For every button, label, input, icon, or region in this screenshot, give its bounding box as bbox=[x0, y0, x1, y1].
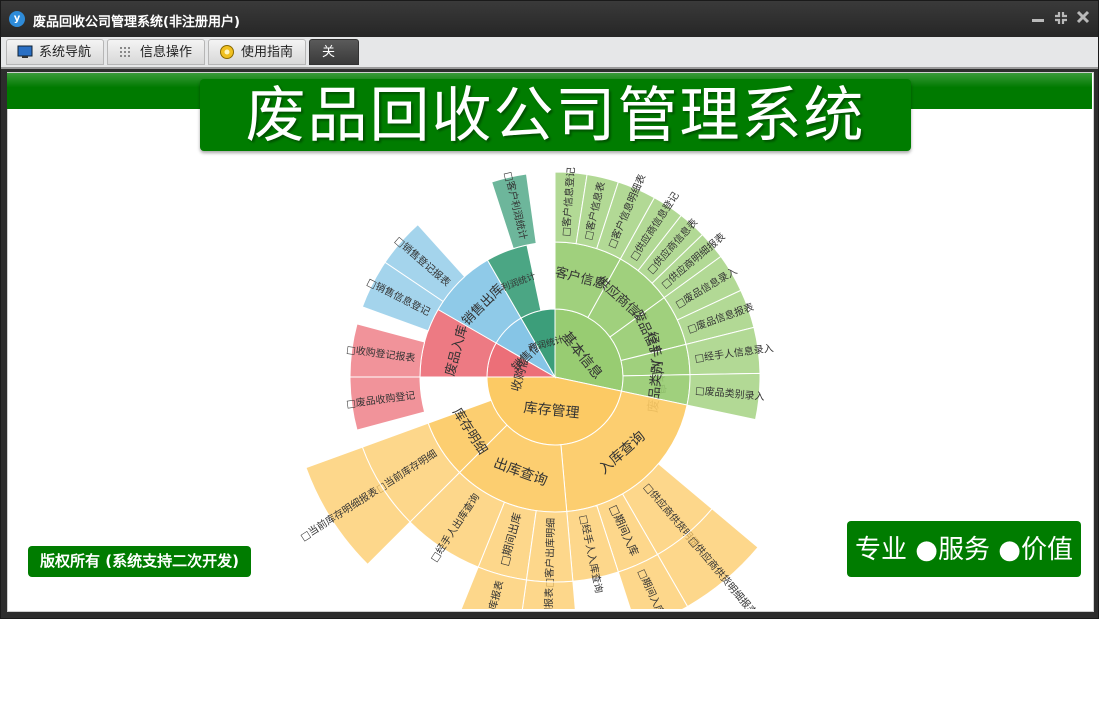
window-title: 废品回收公司管理系统(非注册用户) bbox=[33, 15, 240, 30]
monitor-icon bbox=[17, 45, 33, 58]
title-bar[interactable]: y 废品回收公司管理系统(非注册用户) bbox=[1, 1, 1098, 37]
menu-bar: 系统导航 信息操作 使用指南 关于 bbox=[1, 37, 1098, 86]
help-icon bbox=[220, 45, 234, 59]
slogan-badge: 专业 ●服务 ●价值 bbox=[847, 521, 1081, 577]
menu-system-nav[interactable]: 系统导航 bbox=[6, 39, 104, 65]
menu-user-guide[interactable]: 使用指南 bbox=[208, 39, 306, 65]
menu-label-info-ops: 信息操作 bbox=[140, 45, 193, 60]
banner: 废品回收公司管理系统 bbox=[200, 79, 911, 151]
menu-label-system-nav: 系统导航 bbox=[39, 45, 92, 60]
menu-about[interactable]: 关于 bbox=[309, 39, 359, 86]
copyright-badge: 版权所有 (系统支持二次开发) bbox=[28, 546, 251, 577]
close-icon[interactable] bbox=[1076, 10, 1090, 28]
app-logo-icon: y bbox=[9, 11, 25, 27]
grid-icon bbox=[120, 47, 130, 57]
fourth-item-2[interactable]: □客户出库明细报表 bbox=[518, 579, 578, 678]
banner-title: 废品回收公司管理系统 bbox=[245, 81, 866, 151]
restore-icon[interactable] bbox=[1053, 10, 1069, 30]
menu-label-user-guide: 使用指南 bbox=[241, 45, 294, 60]
minimize-icon[interactable] bbox=[1031, 10, 1045, 28]
menu-info-ops[interactable]: 信息操作 bbox=[107, 39, 205, 65]
